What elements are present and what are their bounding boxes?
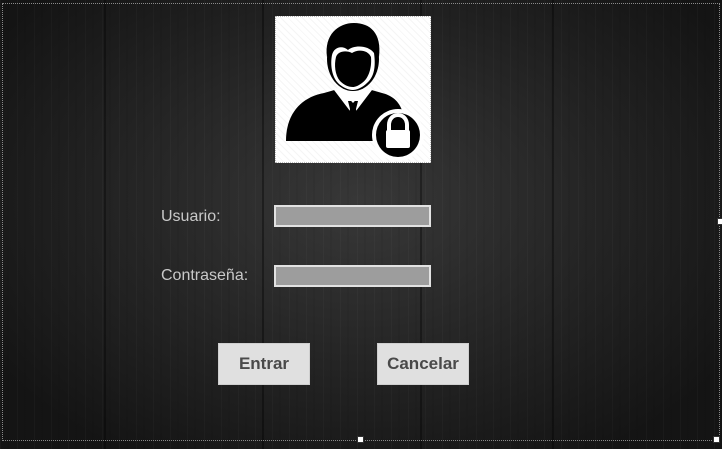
cancel-button[interactable]: Cancelar bbox=[377, 343, 469, 385]
resize-handle-corner[interactable] bbox=[713, 436, 720, 443]
password-input[interactable] bbox=[274, 265, 431, 287]
user-lock-icon bbox=[286, 23, 424, 161]
avatar-picture bbox=[275, 16, 431, 163]
user-input[interactable] bbox=[274, 205, 431, 227]
user-label: Usuario: bbox=[161, 208, 221, 225]
password-label: Contraseña: bbox=[161, 267, 249, 284]
enter-button[interactable]: Entrar bbox=[218, 343, 310, 385]
login-form: Usuario: Contraseña: Entrar Cancelar bbox=[0, 0, 722, 449]
resize-handle-bottom[interactable] bbox=[357, 436, 364, 443]
resize-handle-right[interactable] bbox=[717, 218, 722, 225]
